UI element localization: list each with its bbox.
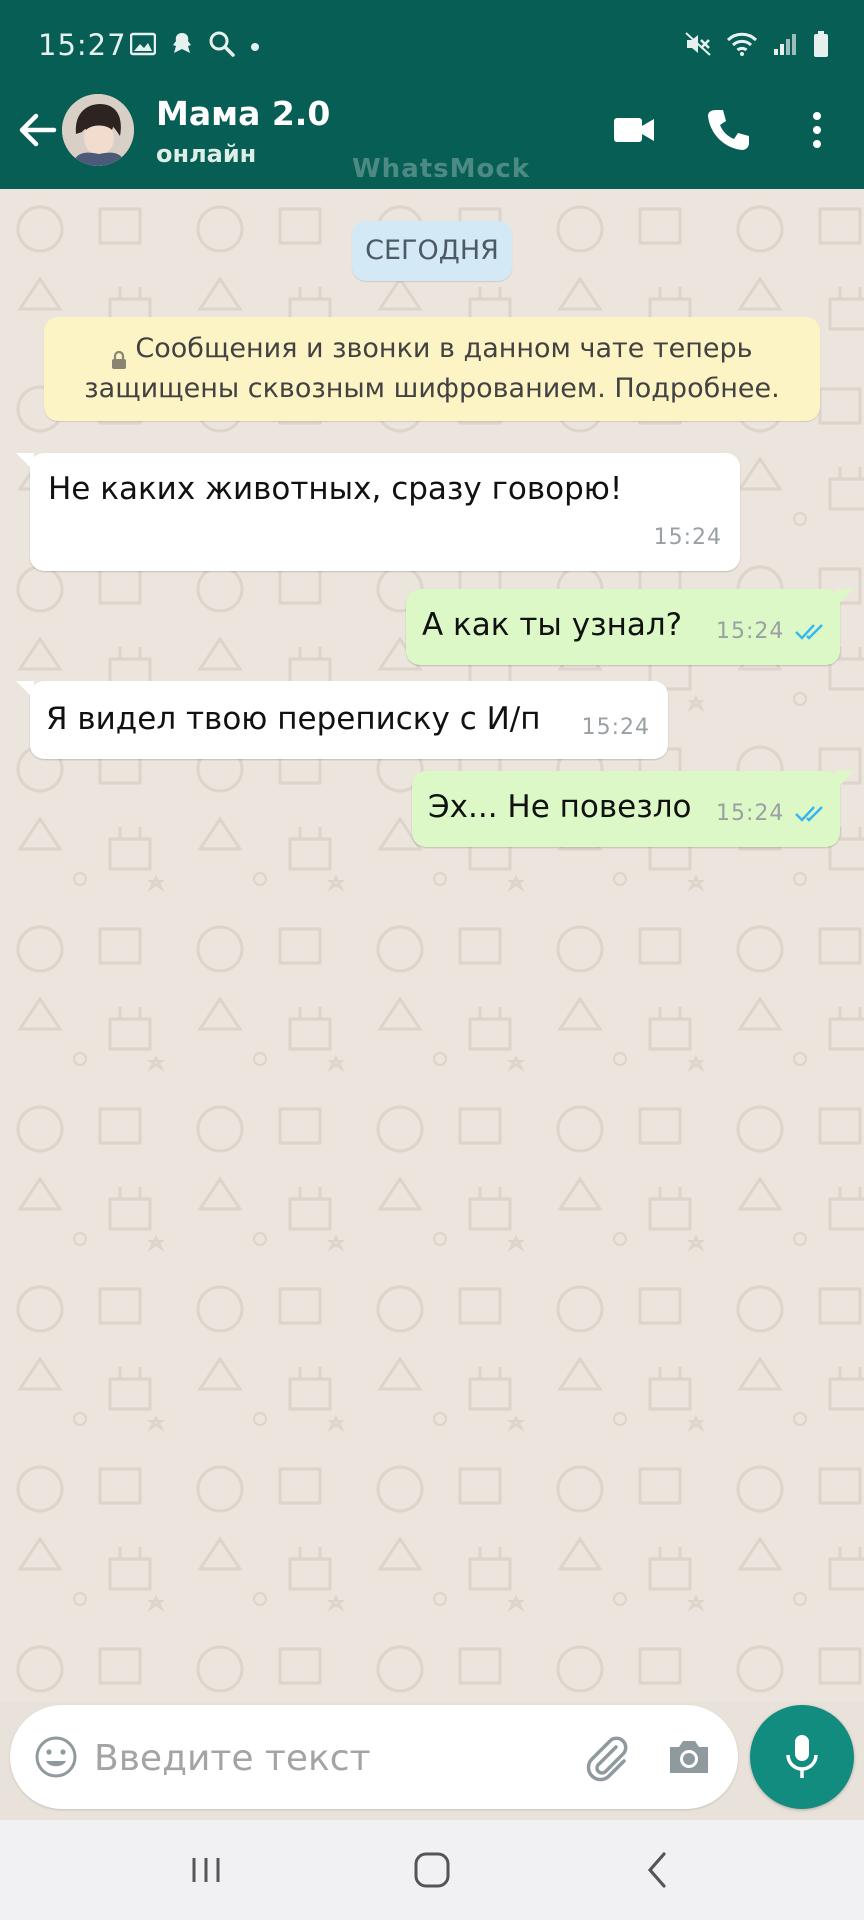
search-icon [208, 30, 236, 62]
message-incoming[interactable]: Я видел твою переписку с И/п 15:24 [16, 681, 668, 759]
bubble-tail [836, 589, 854, 607]
message-composer [10, 1705, 738, 1809]
phone-icon [708, 110, 749, 150]
wifi-icon [726, 31, 758, 61]
recent-apps-icon [192, 1858, 220, 1882]
contact-name[interactable]: Мама 2.0 [156, 94, 330, 133]
gallery-icon [129, 32, 157, 60]
paperclip-icon [586, 1736, 628, 1782]
arrow-left-icon [19, 113, 57, 147]
message-outgoing[interactable]: Эх... Не повезло 15:24 [412, 771, 854, 847]
mute-icon [684, 31, 712, 61]
message-text: Я видел твою переписку с И/п [46, 701, 541, 737]
message-outgoing[interactable]: А как ты узнал? 15:24 [406, 589, 854, 665]
message-time: 15:24 [653, 525, 722, 550]
encryption-notice-line1: Сообщения и звонки в данном чате теперь [135, 333, 753, 364]
voice-call-button[interactable] [704, 106, 752, 154]
message-incoming[interactable]: Не каких животных, сразу говорю! 15:24 [16, 453, 740, 571]
bubble-tail [16, 453, 34, 471]
microphone-icon [786, 1735, 818, 1778]
encryption-notice-line2: защищены сквозным шифрованием. Подробнее… [84, 373, 780, 404]
battery-icon [812, 30, 830, 62]
encryption-notice[interactable]: Сообщения и звонки в данном чате теперь … [44, 317, 820, 421]
bubble-tail [836, 771, 854, 789]
status-icons-right [684, 30, 830, 62]
home-button[interactable] [410, 1850, 454, 1890]
message-text: Эх... Не повезло [428, 789, 692, 825]
bubble-tail [16, 681, 34, 699]
message-input[interactable] [92, 1727, 576, 1789]
smiley-icon [35, 1736, 77, 1778]
more-vertical-icon [813, 112, 821, 148]
avatar[interactable] [62, 94, 134, 166]
date-separator: СЕГОДНЯ [352, 221, 512, 281]
recent-apps-button[interactable] [186, 1850, 226, 1890]
lock-icon [111, 341, 127, 369]
read-receipt-icon [795, 624, 823, 640]
video-camera-icon [614, 118, 654, 142]
video-call-button[interactable] [612, 108, 656, 152]
voice-message-button[interactable] [750, 1705, 854, 1809]
system-back-button[interactable] [640, 1850, 676, 1890]
chevron-left-icon [647, 1852, 666, 1888]
dot-icon [250, 37, 260, 56]
camera-button[interactable] [666, 1735, 712, 1779]
message-text: Не каких животных, сразу говорю! [48, 471, 623, 507]
more-options-button[interactable] [802, 108, 832, 152]
app-notification-icon [170, 31, 194, 61]
status-time: 15:27 [38, 28, 127, 62]
emoji-button[interactable] [34, 1735, 78, 1779]
status-icons-left [129, 30, 260, 62]
watermark: WhatsMock [352, 154, 531, 184]
read-receipt-icon [795, 806, 823, 822]
message-time: 15:24 [716, 801, 785, 826]
camera-icon [670, 1741, 708, 1773]
attach-button[interactable] [582, 1733, 632, 1783]
message-time: 15:24 [581, 715, 650, 740]
chat-area[interactable]: СЕГОДНЯ Сообщения и звонки в данном чате… [0, 189, 864, 1701]
system-navigation-bar [0, 1820, 864, 1920]
home-icon [414, 1852, 450, 1888]
chat-header: Мама 2.0 онлайн WhatsMock [0, 74, 864, 189]
message-text: А как ты узнал? [422, 607, 683, 643]
message-time: 15:24 [716, 619, 785, 644]
back-button[interactable] [14, 106, 62, 154]
signal-icon [772, 31, 798, 61]
status-bar: 15:27 [0, 0, 864, 74]
contact-status: онлайн [156, 140, 257, 168]
